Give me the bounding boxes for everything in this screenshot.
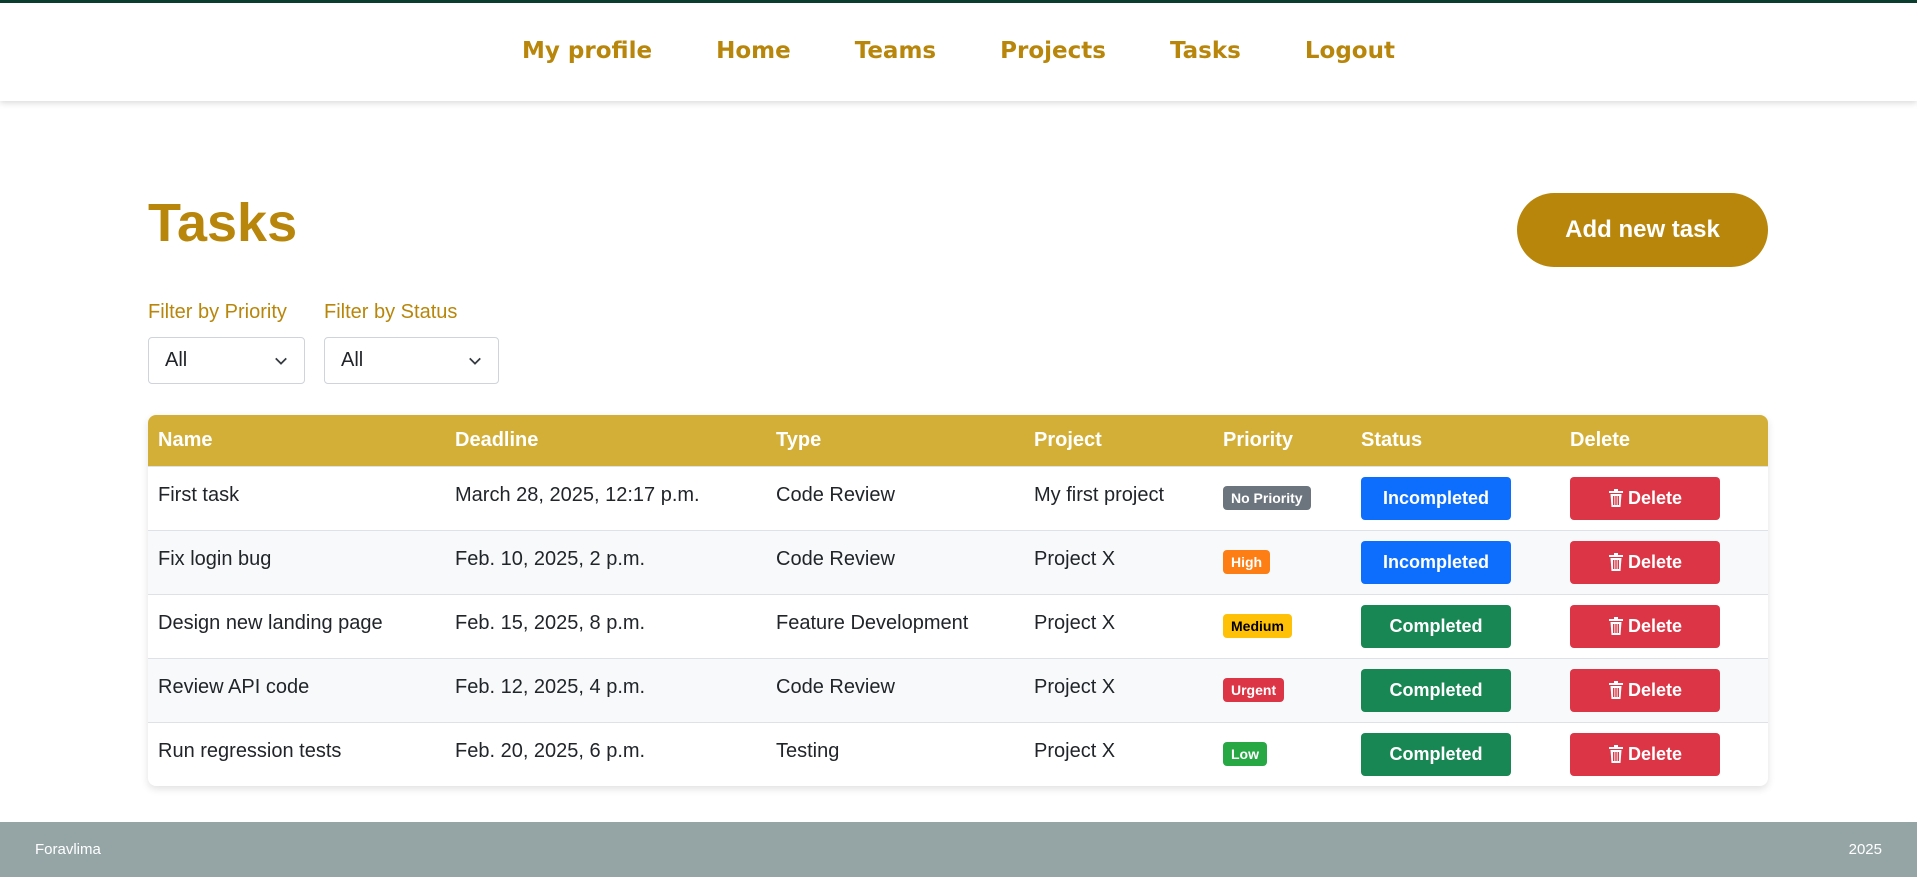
task-name: Run regression tests bbox=[158, 739, 342, 762]
header-project: Project bbox=[1034, 428, 1102, 451]
delete-label: Delete bbox=[1627, 551, 1683, 572]
nav-home[interactable]: Home bbox=[716, 38, 791, 64]
delete-button[interactable]: Delete bbox=[1570, 668, 1720, 712]
task-delete-cell: Delete bbox=[1560, 530, 1768, 594]
status-toggle-button[interactable]: Completed bbox=[1361, 668, 1511, 712]
main-nav: My profile Home Teams Projects Tasks Log… bbox=[522, 38, 1395, 64]
priority-badge: Urgent bbox=[1223, 678, 1285, 702]
priority-badge: Medium bbox=[1223, 614, 1292, 638]
nav-tasks[interactable]: Tasks bbox=[1170, 38, 1241, 64]
task-deadline: Feb. 12, 2025, 4 p.m. bbox=[455, 675, 646, 698]
task-type: Code Review bbox=[776, 547, 895, 570]
task-delete-cell: Delete bbox=[1560, 594, 1768, 658]
header-deadline: Deadline bbox=[455, 428, 539, 451]
priority-filter-value: All bbox=[165, 349, 188, 371]
footer-brand: Foravlima bbox=[35, 841, 101, 858]
priority-filter: Filter by Priority All bbox=[148, 301, 305, 384]
task-type: Feature Development bbox=[776, 611, 969, 634]
nav-projects[interactable]: Projects bbox=[1000, 38, 1106, 64]
status-toggle-button[interactable]: Incompleted bbox=[1361, 540, 1511, 584]
task-project: Project X bbox=[1034, 547, 1116, 570]
table-row: Run regression tests Feb. 20, 2025, 6 p.… bbox=[148, 722, 1768, 786]
status-filter-label: Filter by Status bbox=[324, 301, 458, 323]
trash-icon bbox=[1608, 681, 1623, 699]
delete-button[interactable]: Delete bbox=[1570, 540, 1720, 584]
table-row: Design new landing page Feb. 15, 2025, 8… bbox=[148, 594, 1768, 658]
task-delete-cell: Delete bbox=[1560, 658, 1768, 722]
table-header-row: Name Deadline Type Project Priority Stat… bbox=[148, 415, 1768, 466]
table-row: Review API code Feb. 12, 2025, 4 p.m. Co… bbox=[148, 658, 1768, 722]
task-type: Testing bbox=[776, 739, 840, 762]
task-priority-cell: High bbox=[1213, 530, 1351, 594]
tasks-table-container: Name Deadline Type Project Priority Stat… bbox=[148, 415, 1768, 786]
delete-button[interactable]: Delete bbox=[1570, 476, 1720, 520]
task-priority-cell: Urgent bbox=[1213, 658, 1351, 722]
nav-teams[interactable]: Teams bbox=[855, 38, 936, 64]
task-delete-cell: Delete bbox=[1560, 466, 1768, 530]
task-project: Project X bbox=[1034, 611, 1116, 634]
header-priority: Priority bbox=[1223, 428, 1294, 451]
trash-icon bbox=[1608, 617, 1623, 635]
delete-button[interactable]: Delete bbox=[1570, 604, 1720, 648]
task-deadline: March 28, 2025, 12:17 p.m. bbox=[455, 483, 700, 506]
status-filter: Filter by Status All bbox=[324, 301, 499, 384]
task-deadline: Feb. 10, 2025, 2 p.m. bbox=[455, 547, 646, 570]
status-filter-select[interactable]: All bbox=[324, 337, 499, 384]
task-delete-cell: Delete bbox=[1560, 722, 1768, 786]
delete-label: Delete bbox=[1627, 615, 1683, 636]
task-name: Review API code bbox=[158, 675, 310, 698]
status-toggle-button[interactable]: Completed bbox=[1361, 732, 1511, 776]
task-status-cell: Completed bbox=[1351, 722, 1560, 786]
task-project: Project X bbox=[1034, 739, 1116, 762]
header-status: Status bbox=[1361, 428, 1423, 451]
footer-year: 2025 bbox=[1848, 841, 1882, 858]
task-status-cell: Incompleted bbox=[1351, 530, 1560, 594]
task-status-cell: Completed bbox=[1351, 658, 1560, 722]
task-project: Project X bbox=[1034, 675, 1116, 698]
task-deadline: Feb. 20, 2025, 6 p.m. bbox=[455, 739, 646, 762]
tasks-table: Name Deadline Type Project Priority Stat… bbox=[148, 415, 1768, 786]
task-name: Design new landing page bbox=[158, 611, 383, 634]
table-row: First task March 28, 2025, 12:17 p.m. Co… bbox=[148, 466, 1768, 530]
trash-icon bbox=[1608, 553, 1623, 571]
delete-label: Delete bbox=[1627, 679, 1683, 700]
task-status-cell: Incompleted bbox=[1351, 466, 1560, 530]
status-filter-value: All bbox=[341, 349, 364, 371]
delete-button[interactable]: Delete bbox=[1570, 732, 1720, 776]
task-type: Code Review bbox=[776, 675, 895, 698]
trash-icon bbox=[1608, 489, 1623, 507]
header-type: Type bbox=[776, 428, 822, 451]
task-type: Code Review bbox=[776, 483, 895, 506]
header-name: Name bbox=[158, 428, 213, 451]
status-toggle-button[interactable]: Completed bbox=[1361, 604, 1511, 648]
footer: Foravlima 2025 bbox=[0, 822, 1917, 877]
nav-logout[interactable]: Logout bbox=[1305, 38, 1395, 64]
priority-filter-label: Filter by Priority bbox=[148, 301, 287, 323]
nav-my-profile[interactable]: My profile bbox=[522, 38, 652, 64]
priority-filter-select[interactable]: All bbox=[148, 337, 305, 384]
table-row: Fix login bug Feb. 10, 2025, 2 p.m. Code… bbox=[148, 530, 1768, 594]
priority-badge: No Priority bbox=[1223, 486, 1311, 510]
task-name: Fix login bug bbox=[158, 547, 272, 570]
delete-label: Delete bbox=[1627, 487, 1683, 508]
priority-badge: Low bbox=[1223, 742, 1267, 767]
add-new-task-button[interactable]: Add new task bbox=[1517, 193, 1768, 267]
task-project: My first project bbox=[1034, 483, 1165, 506]
page-title: Tasks bbox=[148, 193, 298, 253]
delete-label: Delete bbox=[1627, 743, 1683, 764]
chevron-down-icon bbox=[469, 357, 481, 365]
task-priority-cell: Medium bbox=[1213, 594, 1351, 658]
priority-badge: High bbox=[1223, 550, 1271, 574]
task-priority-cell: No Priority bbox=[1213, 466, 1351, 530]
task-name: First task bbox=[158, 483, 240, 506]
trash-icon bbox=[1608, 745, 1623, 764]
top-navbar: My profile Home Teams Projects Tasks Log… bbox=[0, 0, 1917, 101]
task-priority-cell: Low bbox=[1213, 722, 1351, 786]
task-status-cell: Completed bbox=[1351, 594, 1560, 658]
status-toggle-button[interactable]: Incompleted bbox=[1361, 476, 1511, 520]
chevron-down-icon bbox=[275, 357, 287, 365]
header-delete: Delete bbox=[1570, 428, 1631, 451]
task-deadline: Feb. 15, 2025, 8 p.m. bbox=[455, 611, 646, 634]
